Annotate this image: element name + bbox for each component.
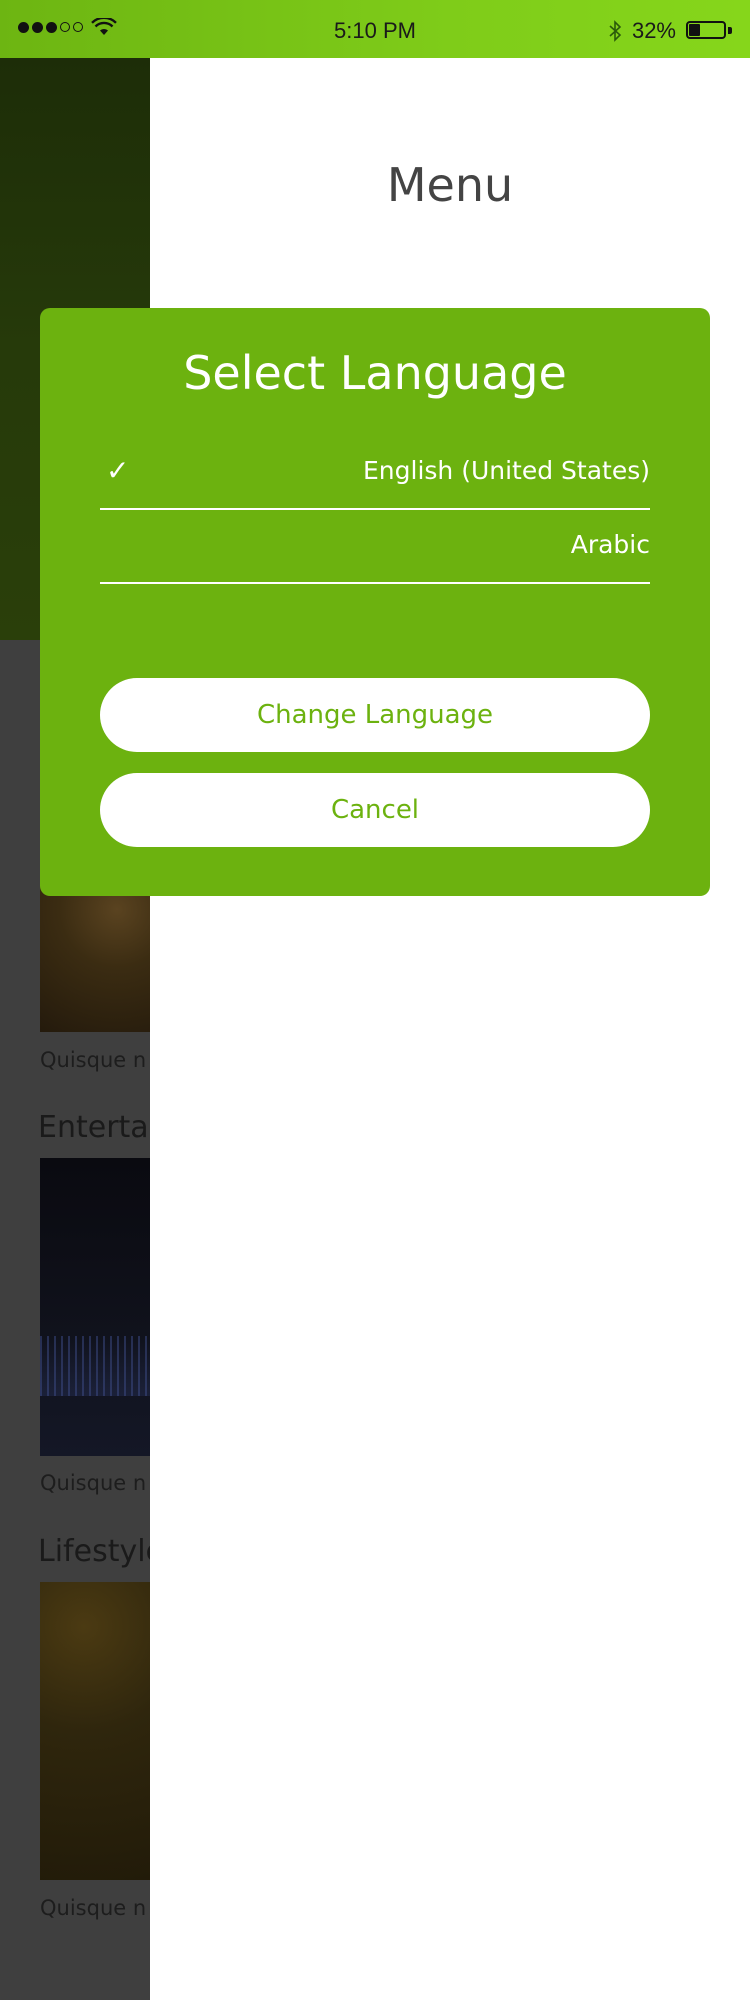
- card-image: [40, 1158, 150, 1456]
- language-option-label: Arabic: [570, 530, 650, 559]
- bluetooth-icon: [609, 20, 622, 42]
- menu-title: Menu: [386, 158, 514, 212]
- change-language-button[interactable]: Change Language: [100, 678, 650, 752]
- cancel-button[interactable]: Cancel: [100, 773, 650, 847]
- battery-icon: [686, 21, 732, 41]
- language-option-english[interactable]: ✓ English (United States): [100, 436, 650, 510]
- card-caption: Quisque n: [40, 1048, 147, 1072]
- language-option-label: English (United States): [362, 456, 650, 485]
- section-heading: Lifestyle: [38, 1534, 150, 1569]
- dialog-title: Select Language: [183, 346, 567, 400]
- status-right: 32%: [608, 18, 732, 44]
- status-bar: 5:10 PM 32%: [0, 0, 750, 58]
- language-option-arabic[interactable]: Arabic: [100, 510, 650, 584]
- card-caption: Quisque n: [40, 1471, 147, 1495]
- battery-percent: 32%: [631, 18, 676, 43]
- section-heading: Entertai: [38, 1110, 150, 1145]
- checkmark-icon: ✓: [106, 454, 130, 487]
- card-image: [40, 1582, 150, 1880]
- card-caption: Quisque n: [40, 1896, 147, 1920]
- language-dialog: Select Language ✓ English (United States…: [40, 308, 710, 896]
